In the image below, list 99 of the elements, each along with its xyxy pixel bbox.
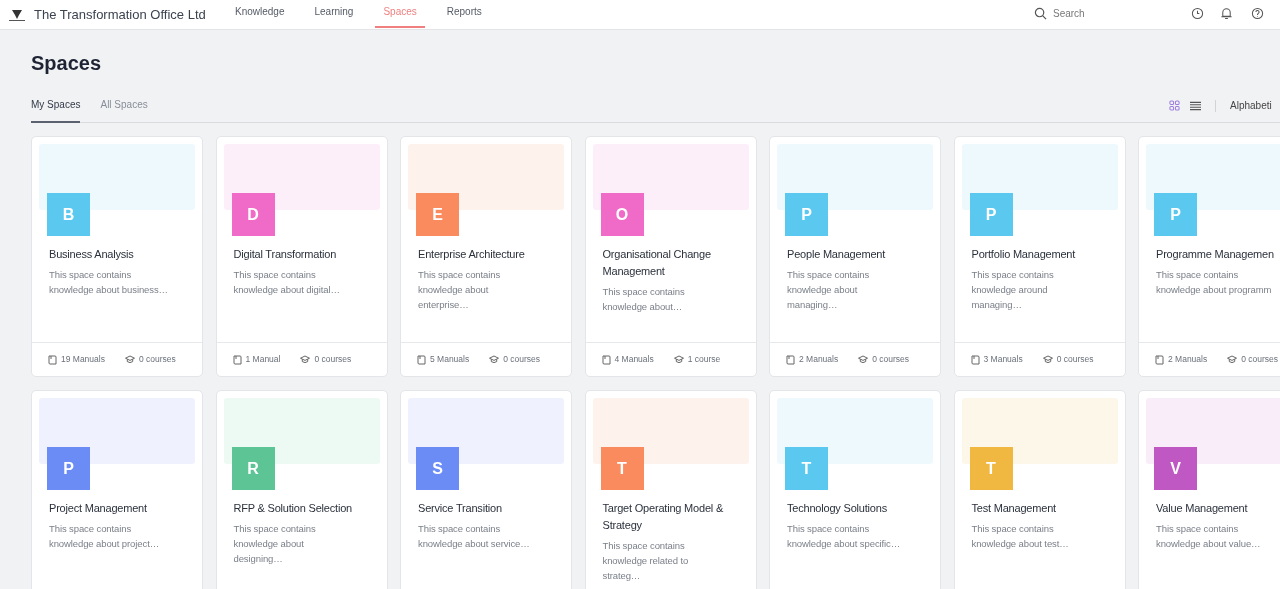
space-avatar: T (785, 447, 828, 490)
space-card[interactable]: B Business Analysis This space contains knowledge about business… 19 Manuals 0 courses (31, 136, 203, 377)
graduation-cap-icon (858, 355, 869, 364)
book-icon (786, 354, 795, 365)
courses-count: 0 courses (1056, 353, 1094, 366)
search-icon (1034, 7, 1047, 20)
space-description: This space contains knowledge about test… (971, 522, 1070, 551)
graduation-cap-icon (489, 355, 500, 364)
sort-dropdown[interactable]: Alphabeti (1230, 98, 1272, 113)
space-card[interactable]: S Service Transition This space contains knowledge about service… (400, 390, 572, 589)
logo-icon (8, 7, 26, 22)
space-card[interactable]: T Test Management This space contains knowledge about test… (953, 390, 1126, 589)
page-title: Spaces (31, 51, 103, 75)
notification-bell-icon[interactable] (1220, 7, 1233, 20)
space-avatar: P (969, 193, 1013, 236)
space-title: RFP & Solution Selection (233, 501, 353, 516)
manuals-count: 5 Manuals (430, 353, 470, 366)
space-title: Enterprise Architecture (418, 247, 526, 262)
space-card[interactable]: P Project Management This space contains knowledge about project… (31, 390, 203, 589)
space-title: Organisational Change Management (602, 247, 712, 279)
graduation-cap-icon (673, 355, 684, 364)
space-avatar: E (416, 193, 459, 236)
space-avatar: V (1154, 447, 1197, 490)
courses-count: 0 courses (314, 353, 352, 366)
tab[interactable]: My Spaces (31, 96, 81, 123)
search-field[interactable]: Search (1053, 6, 1153, 21)
space-description: This space contains knowledge about designing… (233, 522, 317, 566)
manuals-count: 4 Manuals (614, 353, 654, 366)
book-icon (601, 354, 611, 365)
space-title: Test Management (971, 501, 1057, 516)
space-card[interactable]: P People Management This space contains knowledge about managing… 2 Manuals 0 courses (769, 136, 941, 377)
space-avatar: T (969, 447, 1013, 490)
space-description: This space contains knowledge about programm (1156, 268, 1273, 297)
space-card[interactable]: E Enterprise Architecture This space contains knowledge about enterprise… 5 Manuals 0 courses (400, 136, 572, 377)
space-description: This space contains knowledge about business… (49, 268, 169, 297)
space-card[interactable]: V Value Management This space contains knowledge about value… (1138, 390, 1280, 589)
book-icon (232, 354, 242, 365)
manuals-count: 2 Manuals (799, 353, 839, 366)
space-description: This space contains knowledge about… (602, 285, 686, 314)
courses-count: 0 courses (503, 353, 541, 366)
space-title: Value Management (1156, 501, 1249, 516)
book-icon (970, 354, 980, 365)
space-card[interactable]: P Portfolio Management This space contains knowledge around managing… 3 Manuals 0 courses (953, 136, 1126, 377)
space-description: This space contains knowledge around managing… (971, 268, 1055, 312)
help-icon[interactable] (1251, 7, 1264, 20)
book-icon (48, 354, 57, 365)
manuals-count: 19 Manuals (61, 353, 105, 366)
space-description: This space contains knowledge related to strateg… (602, 539, 690, 583)
courses-count: 1 course (687, 353, 721, 366)
space-card[interactable]: R RFP & Solution Selection This space contains knowledge about designing… (215, 390, 388, 589)
space-title: Business Analysis (49, 247, 135, 262)
space-card[interactable]: P Programme Managemen This space contains knowledge about programm 2 Manuals 0 courses (1138, 136, 1280, 377)
space-description: This space contains knowledge about managing… (787, 268, 871, 312)
space-avatar: P (47, 447, 90, 490)
space-title: Technology Solutions (787, 501, 888, 516)
space-description: This space contains knowledge about service… (418, 522, 531, 551)
space-card[interactable]: O Organisational Change Management This space contains knowledge about… 4 Manuals 1 course (584, 136, 757, 377)
manuals-count: 3 Manuals (983, 353, 1023, 366)
graduation-cap-icon (124, 355, 135, 364)
space-description: This space contains knowledge about value… (1156, 522, 1262, 551)
space-avatar: P (785, 193, 828, 236)
space-description: This space contains knowledge about project… (49, 522, 161, 551)
space-title: Project Management (49, 501, 148, 516)
graduation-cap-icon (1042, 355, 1053, 364)
nav-link[interactable]: Reports (438, 0, 490, 28)
nav-link[interactable]: Learning (306, 0, 362, 28)
space-avatar: B (47, 193, 90, 236)
space-description: This space contains knowledge about enterprise… (418, 268, 502, 312)
courses-count: 0 courses (872, 353, 910, 366)
book-icon (417, 354, 426, 365)
clock-icon[interactable] (1191, 7, 1204, 20)
space-title: Service Transition (418, 501, 503, 516)
space-card[interactable]: T Target Operating Model & Strategy This space contains knowledge related to strateg… (584, 390, 757, 589)
courses-count: 0 courses (138, 353, 176, 366)
space-title: Portfolio Management (971, 247, 1077, 262)
space-avatar: T (600, 447, 644, 490)
graduation-cap-icon (1227, 355, 1238, 364)
space-avatar: R (231, 447, 275, 490)
manuals-count: 1 Manual (245, 353, 281, 366)
space-title: Programme Managemen (1156, 247, 1275, 262)
space-title: Target Operating Model & Strategy (602, 501, 725, 533)
list-view-icon[interactable] (1190, 100, 1201, 111)
space-description: This space contains knowledge about specific… (787, 522, 902, 551)
space-avatar: O (600, 193, 644, 236)
space-card[interactable]: T Technology Solutions This space contains knowledge about specific… (769, 390, 941, 589)
grid-view-icon[interactable] (1169, 100, 1180, 111)
book-icon (1155, 354, 1164, 365)
space-avatar: S (416, 447, 459, 490)
space-avatar: D (231, 193, 275, 236)
graduation-cap-icon (300, 355, 311, 364)
space-title: People Management (787, 247, 887, 262)
nav-link[interactable]: Knowledge (227, 0, 293, 28)
space-card[interactable]: D Digital Transformation This space contains knowledge about digital… 1 Manual 0 courses (215, 136, 388, 377)
space-title: Digital Transformation (233, 247, 338, 262)
company-name: The Transformation Office Ltd (34, 5, 206, 24)
courses-count: 0 courses (1241, 353, 1279, 366)
space-avatar: P (1154, 193, 1197, 236)
manuals-count: 2 Manuals (1168, 353, 1208, 366)
space-description: This space contains knowledge about digital… (233, 268, 341, 297)
